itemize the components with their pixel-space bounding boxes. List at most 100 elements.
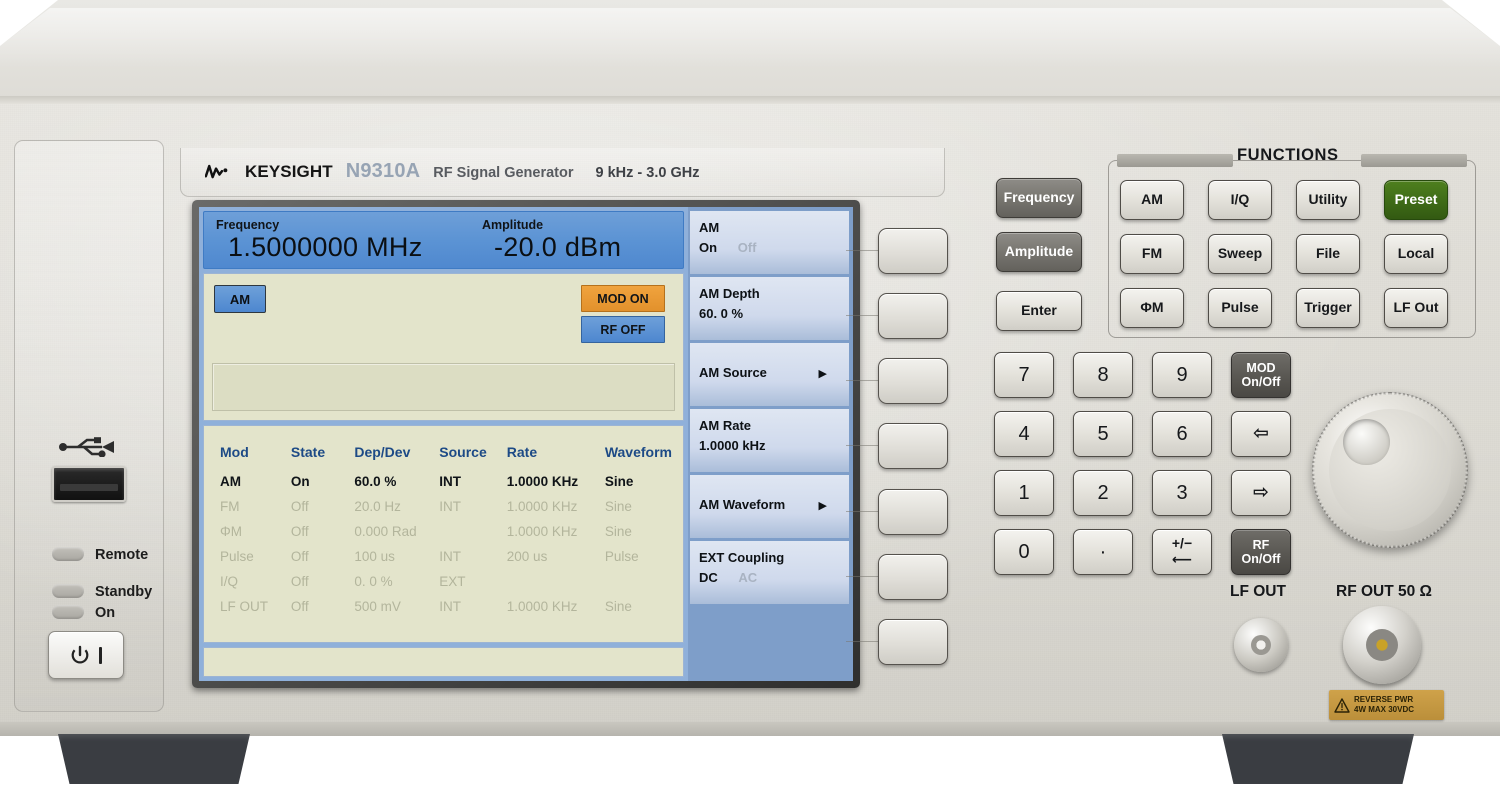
softkey-label-am-depth[interactable]: AM Depth 60. 0 % (690, 277, 849, 340)
active-modulation-chip: AM (214, 285, 266, 313)
softkey-label-am-source[interactable]: AM Source ▶ (690, 343, 849, 406)
softkey-button-4[interactable] (878, 423, 948, 469)
cell-depdev: 20.0 Hz (354, 499, 401, 514)
reverse-power-warning-label: REVERSE PWR 4W MAX 30VDC (1329, 690, 1444, 720)
softkey-button-1[interactable] (878, 228, 948, 274)
frequency-value: 1.5000000 MHz (228, 232, 423, 262)
utility-button[interactable]: Utility (1296, 180, 1360, 220)
cell-source: INT (439, 474, 462, 489)
cell-depdev: 0. 0 % (354, 574, 393, 589)
iq-button[interactable]: I/Q (1208, 180, 1272, 220)
column-header-rate: Rate (506, 444, 538, 460)
usb-port[interactable] (52, 466, 126, 502)
lf-out-connector-label: LF OUT (1230, 583, 1286, 600)
mod-on-indicator: MOD ON (581, 285, 665, 312)
cell-waveform (605, 574, 672, 599)
preset-button[interactable]: Preset (1384, 180, 1448, 220)
rf-on-off-button[interactable]: RF On/Off (1231, 529, 1291, 575)
lcd-screen: Frequency 1.5000000 MHz Amplitude -20.0 … (199, 207, 853, 681)
softkey-button-5[interactable] (878, 489, 948, 535)
cell-depdev: 100 us (354, 549, 395, 564)
cell-mod: LF OUT (220, 599, 269, 614)
rf-off-indicator: RF OFF (581, 316, 665, 343)
table-row: FM Off 20.0 Hz INT 1.0000 KHz Sine (220, 499, 672, 524)
am-button[interactable]: AM (1120, 180, 1184, 220)
trigger-button[interactable]: Trigger (1296, 288, 1360, 328)
softkey-label-ext-coupling[interactable]: EXT Coupling DC AC (690, 541, 849, 604)
key-0[interactable]: 0 (994, 529, 1054, 575)
chassis-bottom-edge (0, 722, 1500, 736)
cell-mod: I/Q (220, 574, 239, 589)
chassis-top-highlight (0, 8, 1500, 68)
column-header-state: State (290, 444, 326, 460)
chassis-foot-left (58, 734, 250, 784)
cell-source (439, 524, 507, 549)
brand-name: KEYSIGHT (245, 162, 333, 181)
softkey-label-am-waveform[interactable]: AM Waveform ▶ (690, 475, 849, 538)
cell-depdev: 500 mV (354, 599, 401, 614)
phase-mod-button[interactable]: ΦM (1120, 288, 1184, 328)
softkey-button-2[interactable] (878, 293, 948, 339)
power-button[interactable] (48, 631, 124, 679)
softkey-button-7[interactable] (878, 619, 948, 665)
key-2[interactable]: 2 (1073, 470, 1133, 516)
cell-state: Off (290, 499, 309, 514)
cell-waveform: Pulse (604, 549, 639, 564)
table-row: Pulse Off 100 us INT 200 us Pulse (220, 549, 672, 574)
cell-rate (507, 574, 605, 599)
softkey-button-3[interactable] (878, 358, 948, 404)
enter-button[interactable]: Enter (996, 291, 1082, 331)
led-remote (52, 547, 84, 561)
cell-state: Off (290, 549, 309, 564)
model-number: N9310A (345, 160, 421, 182)
softkey-label-am-rate[interactable]: AM Rate 1.0000 kHz (690, 409, 849, 472)
lcd-content-area: Frequency 1.5000000 MHz Amplitude -20.0 … (199, 207, 688, 681)
right-arrow-icon-button[interactable]: ⇨ (1231, 470, 1291, 516)
softkey-button-6[interactable] (878, 554, 948, 600)
softkey-line2: DC (699, 570, 718, 585)
key-3[interactable]: 3 (1152, 470, 1212, 516)
cell-depdev: 60.0 % (354, 474, 397, 489)
column-header-mod: Mod (220, 444, 249, 460)
key-1[interactable]: 1 (994, 470, 1054, 516)
lf-out-bnc-connector[interactable] (1234, 618, 1288, 672)
softkey-line2-alt: AC (738, 570, 758, 585)
warning-line-1: REVERSE PWR (1354, 695, 1414, 704)
key-5[interactable]: 5 (1073, 411, 1133, 457)
file-button[interactable]: File (1296, 234, 1360, 274)
branding-plate: KEYSIGHT N9310A RF Signal Generator 9 kH… (180, 148, 945, 197)
keysight-wave-logo (205, 164, 228, 178)
key-6[interactable]: 6 (1152, 411, 1212, 457)
local-button[interactable]: Local (1384, 234, 1448, 274)
key-9[interactable]: 9 (1152, 352, 1212, 398)
softkey-label-am[interactable]: AM On Off (690, 211, 849, 274)
table-row: AM On 60.0 % INT 1.0000 KHz Sine (220, 474, 672, 499)
key-8[interactable]: 8 (1073, 352, 1133, 398)
cell-mod: Pulse (220, 549, 254, 564)
lf-out-button[interactable]: LF Out (1384, 288, 1448, 328)
cell-waveform: Sine (604, 524, 632, 539)
rf-out-n-type-connector[interactable] (1343, 606, 1421, 684)
key-4[interactable]: 4 (994, 411, 1054, 457)
led-on (52, 605, 84, 619)
instrument-front-panel: Remote Standby On KEYSIGHT N9310A RF Sig… (0, 0, 1500, 787)
left-arrow-icon-button[interactable]: ⇦ (1231, 411, 1291, 457)
table-row: LF OUT Off 500 mV INT 1.0000 KHz Sine (220, 599, 672, 624)
rotary-knob[interactable] (1312, 392, 1468, 548)
amplitude-button[interactable]: Amplitude (996, 232, 1082, 272)
frequency-button[interactable]: Frequency (996, 178, 1082, 218)
sign-backspace-button[interactable]: +/− ⟵ (1152, 529, 1212, 575)
key-decimal-point[interactable]: · (1073, 529, 1133, 575)
power-icon (71, 645, 89, 663)
led-label-remote: Remote (95, 547, 149, 563)
key-7[interactable]: 7 (994, 352, 1054, 398)
fm-button[interactable]: FM (1120, 234, 1184, 274)
numeric-entry-field[interactable] (212, 363, 675, 411)
pulse-button[interactable]: Pulse (1208, 288, 1272, 328)
softkey-line2: On (699, 240, 718, 255)
softkey-line2-alt: Off (737, 240, 757, 255)
mod-on-off-button[interactable]: MOD On/Off (1231, 352, 1291, 398)
sweep-button[interactable]: Sweep (1208, 234, 1272, 274)
frequency-amplitude-banner: Frequency 1.5000000 MHz Amplitude -20.0 … (203, 211, 684, 269)
softkey-line2: 60. 0 % (699, 306, 744, 321)
